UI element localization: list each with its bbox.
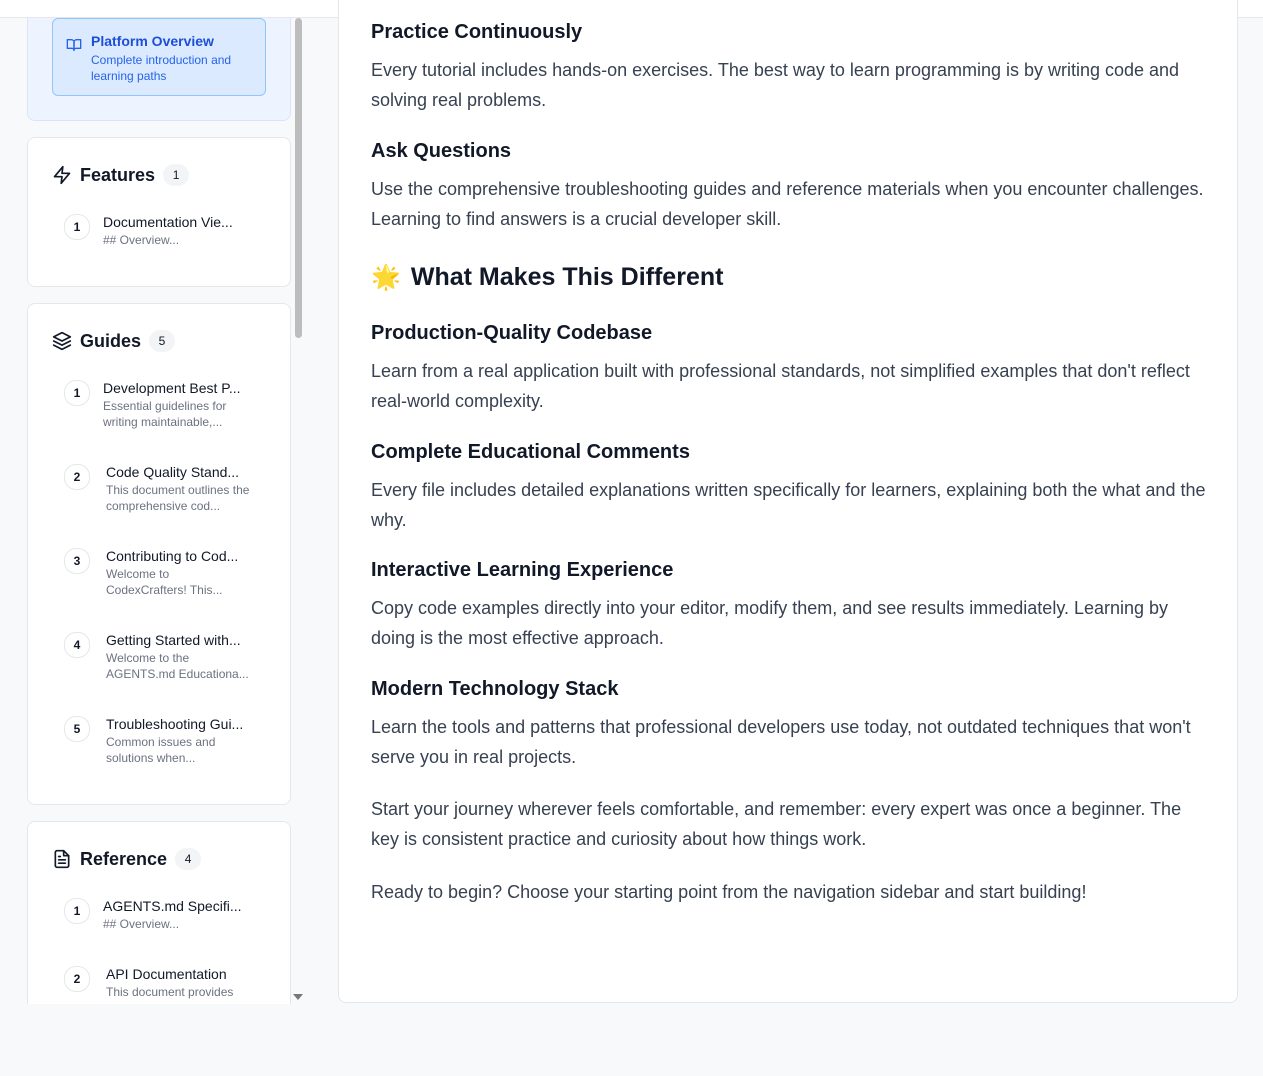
item-description: Common issues and solutions when... <box>106 735 216 765</box>
quality-heading: Production-Quality Codebase <box>371 322 653 344</box>
journey-text: Start your journey wherever feels comfor… <box>371 799 1182 849</box>
interactive-text: Copy code examples directly into your ed… <box>371 598 1169 648</box>
platform-overview-link[interactable]: Platform Overview Complete introduction … <box>52 18 266 96</box>
guides-card: Guides 5 1 Development Best P... Essenti… <box>27 303 291 805</box>
practice-heading: Practice Continuously <box>371 21 583 43</box>
guides-item-3[interactable]: 3 Contributing to Cod... Welcome to Code… <box>64 542 264 602</box>
item-number: 2 <box>64 464 90 490</box>
ask-heading: Ask Questions <box>371 140 512 162</box>
features-header[interactable]: Features 1 <box>52 163 190 187</box>
item-number: 5 <box>64 716 90 742</box>
comments-heading: Complete Educational Comments <box>371 441 690 463</box>
guides-item-4[interactable]: 4 Getting Started with... Welcome to the… <box>64 626 264 686</box>
item-number: 1 <box>64 898 90 924</box>
item-title: Getting Started with... <box>106 632 241 648</box>
item-number: 2 <box>64 966 90 992</box>
sidebar-scrollbar[interactable] <box>293 18 303 1004</box>
different-heading-text: What Makes This Different <box>410 263 724 291</box>
guides-count: 5 <box>149 330 176 352</box>
reference-header[interactable]: Reference 4 <box>52 847 202 871</box>
ask-text: Use the comprehensive troubleshooting gu… <box>371 179 1204 229</box>
item-number: 1 <box>64 380 90 406</box>
item-title: AGENTS.md Specifi... <box>103 898 242 914</box>
overview-description: Complete introduction and learning paths <box>91 53 232 83</box>
item-description: Essential guidelines for writing maintai… <box>103 399 227 429</box>
star-emoji-icon: 🌟 <box>371 264 401 291</box>
overview-title: Platform Overview <box>91 33 214 49</box>
item-description: ## Overview... <box>103 917 180 931</box>
features-count: 1 <box>163 164 190 186</box>
item-description: This document provides <box>106 985 234 999</box>
ready-text: Ready to begin? Choose your starting poi… <box>371 882 1087 902</box>
item-description: Welcome to the AGENTS.md Educationa... <box>106 651 249 681</box>
guides-item-5[interactable]: 5 Troubleshooting Gui... Common issues a… <box>64 710 264 770</box>
item-title: Troubleshooting Gui... <box>106 716 244 732</box>
interactive-heading: Interactive Learning Experience <box>371 559 674 581</box>
features-card: Features 1 1 Documentation Vie... ## Ove… <box>27 137 291 287</box>
guides-title: Guides <box>80 330 142 351</box>
stack-heading: Modern Technology Stack <box>371 678 619 700</box>
features-item-1[interactable]: 1 Documentation Vie... ## Overview... <box>64 208 264 252</box>
item-title: API Documentation <box>106 966 227 982</box>
item-number: 1 <box>64 214 90 240</box>
stack-text: Learn the tools and patterns that profes… <box>371 717 1191 767</box>
item-description: This document outlines the comprehensive… <box>106 483 250 513</box>
reference-card: Reference 4 1 AGENTS.md Specifi... ## Ov… <box>27 821 291 1004</box>
features-title: Features <box>80 164 156 185</box>
item-title: Contributing to Cod... <box>106 548 239 564</box>
item-title: Documentation Vie... <box>103 214 233 230</box>
main-content: Practice Continuously Every tutorial inc… <box>338 0 1238 1003</box>
different-heading: 🌟 What Makes This Different <box>371 263 723 292</box>
sidebar: Platform Overview Complete introduction … <box>0 18 306 1004</box>
scroll-down-arrow[interactable] <box>293 994 303 1000</box>
quality-text: Learn from a real application built with… <box>371 361 1190 411</box>
item-title: Code Quality Stand... <box>106 464 240 480</box>
item-number: 3 <box>64 548 90 574</box>
comments-text: Every file includes detailed explanation… <box>371 480 1206 530</box>
overview-card: Platform Overview Complete introduction … <box>27 18 291 121</box>
reference-title: Reference <box>80 848 168 869</box>
reference-item-2[interactable]: 2 API Documentation This document provid… <box>64 960 264 1004</box>
item-number: 4 <box>64 632 90 658</box>
item-description: Welcome to CodexCrafters! This... <box>106 567 223 597</box>
reference-item-1[interactable]: 1 AGENTS.md Specifi... ## Overview... <box>64 892 264 936</box>
practice-text: Every tutorial includes hands-on exercis… <box>371 60 1180 110</box>
guides-header[interactable]: Guides 5 <box>52 329 176 353</box>
item-description: ## Overview... <box>103 233 180 247</box>
layers-icon <box>52 331 72 351</box>
guides-item-2[interactable]: 2 Code Quality Stand... This document ou… <box>64 458 264 518</box>
file-text-icon <box>54 849 70 869</box>
item-title: Development Best P... <box>103 380 241 396</box>
scrollbar-thumb[interactable] <box>295 18 302 338</box>
book-open-icon <box>66 39 82 51</box>
guides-item-1[interactable]: 1 Development Best P... Essential guidel… <box>64 374 264 434</box>
reference-count: 4 <box>175 848 202 870</box>
zap-icon <box>53 165 71 185</box>
